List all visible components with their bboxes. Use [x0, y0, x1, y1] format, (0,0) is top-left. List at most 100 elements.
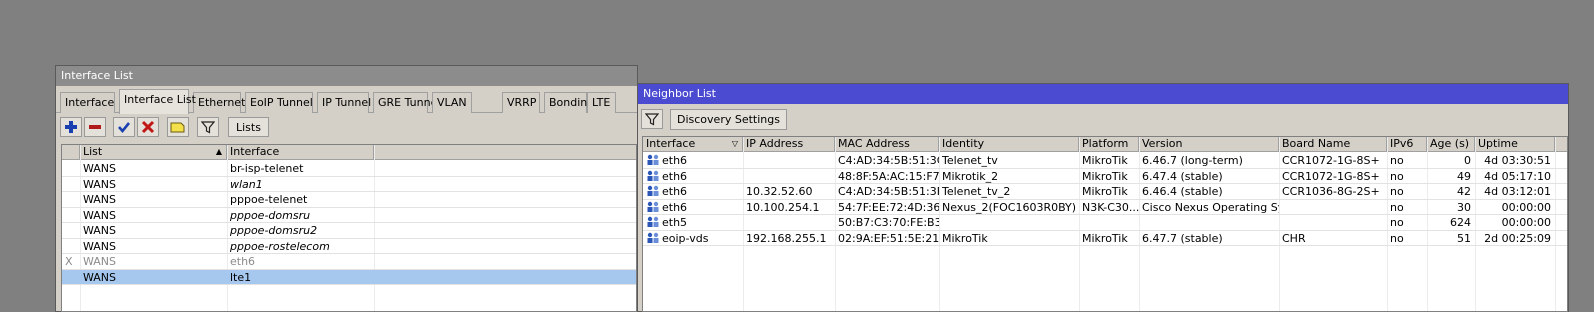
- cell-list: WANS: [83, 224, 117, 237]
- cell-interface: eoip-vds: [643, 231, 743, 246]
- table-row[interactable]: eth6 C4:AD:34:5B:51:3C Telenet_tv MikroTik 6…: [643, 153, 1567, 169]
- remove-button[interactable]: [84, 117, 106, 137]
- table-row[interactable]: WANS pppoe-domsru2: [62, 223, 636, 239]
- sort-ascending-icon: ▲: [215, 147, 222, 156]
- tab-eoip-tunnel[interactable]: EoIP Tunnel: [245, 92, 313, 113]
- table-row[interactable]: WANS pppoe-telenet: [62, 192, 636, 208]
- table-row[interactable]: eth6 10.100.254.1 54:7F:EE:72:4D:36 Nexus_2…: [643, 200, 1567, 215]
- tab-ip-tunnel[interactable]: IP Tunnel: [317, 92, 371, 113]
- column-header-label: Platform: [1082, 137, 1129, 150]
- cell-version: 6.47.7 (stable): [1142, 231, 1223, 245]
- disable-button[interactable]: [137, 117, 159, 137]
- column-header-mac-address[interactable]: MAC Address: [835, 137, 939, 152]
- column-header-interface[interactable]: Interface ▽: [643, 137, 743, 152]
- cell-identity: [939, 215, 1079, 230]
- table-header: List ▲ Interface: [62, 145, 636, 160]
- table-row[interactable]: eth6 10.32.52.60 C4:AD:34:5B:51:3F Telenet_…: [643, 184, 1567, 200]
- cell-mac: 50:B7:C3:70:FE:B3: [838, 216, 939, 229]
- column-header-version[interactable]: Version: [1139, 137, 1279, 152]
- tab-interface[interactable]: Interface: [60, 92, 115, 113]
- cell-interface: eth6: [230, 255, 256, 268]
- table-row[interactable]: WANS pppoe-domsru: [62, 208, 636, 223]
- column-header-label: Board Name: [1282, 137, 1351, 150]
- cell-uptime: 2d 00:25:09: [1484, 231, 1551, 245]
- cell-age: 42: [1457, 185, 1471, 198]
- column-header-label: List: [83, 145, 103, 158]
- tab-lte[interactable]: LTE: [587, 92, 616, 113]
- window-title[interactable]: Neighbor List: [638, 84, 1568, 104]
- column-header-label: IPv6: [1390, 137, 1414, 150]
- table-header: Interface ▽ IP Address MAC Address Identity P…: [643, 137, 1567, 152]
- cell-interface: pppoe-domsru2: [230, 224, 318, 237]
- tab-bonding[interactable]: Bonding: [544, 92, 594, 113]
- cell-uptime: 4d 05:17:10: [1484, 169, 1551, 183]
- cell-age: 51: [1457, 231, 1471, 245]
- filter-button[interactable]: [641, 109, 663, 129]
- cell-board: CCR1036-8G-2S+: [1282, 185, 1380, 198]
- table-row[interactable]: WANS br-isp-telenet: [62, 161, 636, 177]
- table-row[interactable]: WANS lte1: [62, 269, 636, 285]
- table-row[interactable]: X WANS eth6: [62, 254, 636, 270]
- plus-icon: [65, 121, 77, 133]
- table-row[interactable]: WANS wlan1: [62, 177, 636, 192]
- row-flag: [62, 177, 80, 192]
- comment-button[interactable]: [167, 117, 189, 137]
- cell-age: 624: [1450, 216, 1471, 229]
- column-header-label: Uptime: [1478, 137, 1518, 150]
- tab-ethernet[interactable]: Ethernet: [193, 92, 245, 113]
- column-header-identity[interactable]: Identity: [939, 137, 1079, 152]
- column-header-list[interactable]: List ▲: [80, 145, 227, 160]
- column-header-ipv6[interactable]: IPv6: [1387, 137, 1427, 152]
- column-header-age-s[interactable]: Age (s): [1427, 137, 1475, 152]
- column-header-ip-address[interactable]: IP Address: [743, 137, 835, 152]
- cell-age: 0: [1464, 154, 1471, 167]
- column-header-board-name[interactable]: Board Name: [1279, 137, 1387, 152]
- table-row[interactable]: eth6 48:8F:5A:AC:15:F7 Mikrotik_2 MikroTik 6…: [643, 169, 1567, 184]
- cell-platform: N3K-C30...: [1082, 200, 1139, 214]
- neighbor-icon: [647, 232, 659, 243]
- cell-uptime: 4d 03:30:51: [1484, 154, 1551, 167]
- cell-interface: pppoe-rostelecom: [230, 239, 330, 253]
- cell-interface: pppoe-domsru: [230, 208, 311, 222]
- column-header-uptime[interactable]: Uptime: [1475, 137, 1555, 152]
- neighbor-icon: [647, 170, 659, 181]
- row-flag: [62, 161, 80, 176]
- cell-uptime: 00:00:00: [1501, 200, 1551, 214]
- tab-interface-list[interactable]: Interface List: [119, 89, 196, 114]
- tab-vlan[interactable]: VLAN: [432, 92, 472, 113]
- cell-ip: 192.168.255.1: [746, 231, 827, 245]
- column-header-label: IP Address: [746, 137, 804, 150]
- column-header-interface[interactable]: Interface: [227, 145, 374, 160]
- table-row[interactable]: eoip-vds 192.168.255.1 02:9A:EF:51:5E:21 Mi…: [643, 231, 1567, 246]
- cell-list: WANS: [83, 162, 117, 175]
- cell-identity: Nexus_2(FOC1603R0BY): [942, 200, 1077, 214]
- cell-identity: Mikrotik_2: [942, 169, 999, 183]
- cell-board: CHR: [1282, 231, 1306, 245]
- tab-gre-tunnel[interactable]: GRE Tunnel: [373, 92, 440, 113]
- table-row[interactable]: eth5 50:B7:C3:70:FE:B3 no 624 00:00:00: [643, 215, 1567, 231]
- cell-ipv6: no: [1390, 185, 1404, 198]
- cell-mac: C4:AD:34:5B:51:3F: [838, 185, 939, 198]
- column-header-label: MAC Address: [838, 137, 910, 150]
- enable-button[interactable]: [113, 117, 135, 137]
- neighbor-list-window: Neighbor List Discovery Settings Interfa…: [637, 83, 1569, 312]
- interface-name: eth6: [662, 154, 688, 167]
- filter-button[interactable]: [197, 117, 219, 137]
- neighbor-table: Interface ▽ IP Address MAC Address Identity P…: [642, 136, 1568, 312]
- cell-ip: 10.32.52.60: [746, 185, 813, 198]
- cell-ipv6: no: [1390, 216, 1404, 229]
- window-title[interactable]: Interface List: [56, 66, 637, 86]
- table-row[interactable]: WANS pppoe-rostelecom: [62, 239, 636, 254]
- lists-button[interactable]: Lists: [228, 117, 269, 137]
- cell-list: WANS: [83, 177, 117, 191]
- cell-platform: MikroTik: [1082, 169, 1128, 183]
- column-header-platform[interactable]: Platform: [1079, 137, 1139, 152]
- cell-interface: eth5: [643, 215, 743, 230]
- cell-ipv6: no: [1390, 231, 1404, 245]
- cell-interface: eth6: [643, 153, 743, 168]
- add-button[interactable]: [60, 117, 82, 137]
- cell-ipv6: no: [1390, 154, 1404, 167]
- discovery-settings-button[interactable]: Discovery Settings: [670, 109, 787, 130]
- tab-vrrp[interactable]: VRRP: [502, 92, 540, 113]
- cell-mac: 48:8F:5A:AC:15:F7: [838, 169, 939, 183]
